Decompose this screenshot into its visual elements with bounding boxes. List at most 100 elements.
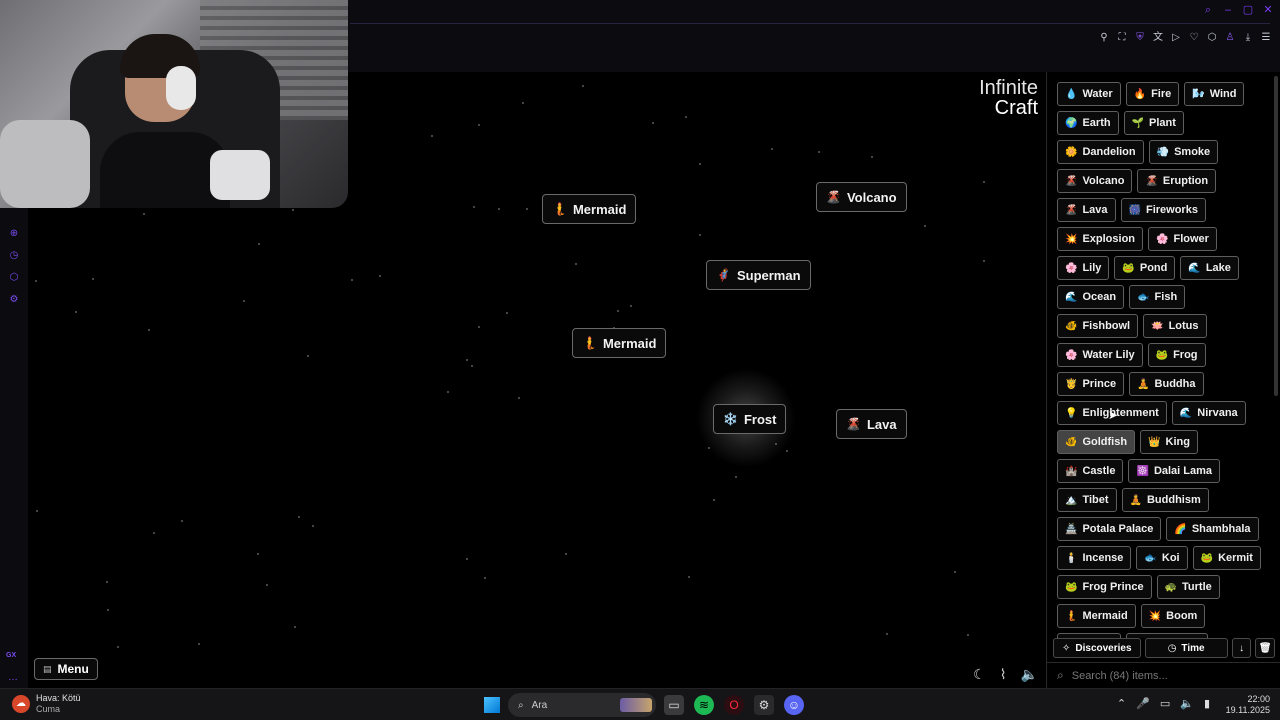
item-koi[interactable]: 🐟 Koi (1136, 546, 1188, 570)
canvas-item[interactable]: 🧜 Mermaid (542, 194, 637, 224)
heart-icon[interactable]: ♡ (1188, 32, 1200, 44)
item-water[interactable]: 💧 Water (1057, 82, 1121, 106)
item-dalai-lama[interactable]: ☸️ Dalai Lama (1128, 459, 1221, 483)
pin-icon[interactable]: ⚲ (1098, 32, 1110, 44)
battery-icon[interactable]: ▮ (1204, 697, 1210, 710)
delete-button[interactable]: 🗑 (1255, 638, 1275, 658)
history-icon[interactable]: ◷ (8, 250, 20, 262)
gx-label[interactable]: GX (6, 652, 16, 659)
items-scrollbar[interactable] (1274, 76, 1278, 396)
item-incense[interactable]: 🕯️ Incense (1057, 546, 1132, 570)
item-buddha[interactable]: 🧘 Buddha (1129, 372, 1204, 396)
item-frog[interactable]: 🐸 Frog (1147, 343, 1206, 367)
discord-icon[interactable]: ☺ (784, 695, 804, 715)
item-smoke[interactable]: 💨 Smoke (1148, 140, 1219, 164)
item-icon: 🌸 (1065, 349, 1078, 361)
item-label: Water Lily (1082, 349, 1135, 361)
item-label: Ocean (1082, 291, 1117, 303)
item-label: Mermaid (1082, 610, 1128, 622)
broom-icon[interactable]: ⌇ (1000, 666, 1007, 683)
item-icon: 🧜 (1065, 610, 1078, 622)
minimize-icon[interactable]: – (1222, 4, 1234, 16)
item-lily[interactable]: 🌸 Lily (1057, 256, 1110, 280)
windows-start-icon[interactable] (484, 697, 500, 713)
canvas-item-label: Superman (736, 267, 801, 283)
item-water-lily[interactable]: 🌸 Water Lily (1057, 343, 1143, 367)
item-plant[interactable]: 🌱 Plant (1123, 111, 1184, 135)
item-ocean[interactable]: 🌊 Ocean (1057, 285, 1125, 309)
item-turtle[interactable]: 🐢 Turtle (1156, 575, 1220, 599)
taskbar-search[interactable]: ⌕ Ara (508, 693, 656, 717)
file-explorer-icon[interactable]: ▭ (664, 695, 684, 715)
weather-widget[interactable]: ☁ Hava: Kötü Cuma (12, 693, 81, 715)
item-dandelion[interactable]: 🌼 Dandelion (1057, 140, 1144, 164)
item-lotus[interactable]: 🪷 Lotus (1143, 314, 1207, 338)
item-prince[interactable]: 🤴 Prince (1057, 372, 1125, 396)
item-potala-palace[interactable]: 🏯 Potala Palace (1057, 517, 1162, 541)
search-highlight-image (620, 698, 652, 712)
steam-icon[interactable]: ⚙ (754, 695, 774, 715)
menu-button[interactable]: ▤ Menu (34, 658, 98, 680)
shield-icon[interactable]: ⛨ (1134, 32, 1146, 44)
sort-direction-button[interactable]: ↓ (1231, 638, 1252, 658)
download-icon[interactable]: ⤓ (1242, 32, 1254, 44)
item-buddhism[interactable]: 🧘 Buddhism (1121, 488, 1209, 512)
dark-mode-icon[interactable]: ☾ (973, 666, 986, 683)
extensions-icon[interactable]: ⬡ (8, 272, 20, 284)
item-frog-prince[interactable]: 🐸 Frog Prince (1057, 575, 1152, 599)
translate-icon[interactable]: 文 (1152, 32, 1164, 44)
item-icon: 💥 (1065, 233, 1078, 245)
microphone-icon[interactable]: 🎤 (1136, 697, 1150, 710)
taskbar-clock[interactable]: 22:00 19.11.2025 (1226, 694, 1270, 716)
item-mermaid[interactable]: 🧜 Mermaid (1057, 604, 1136, 628)
extensions-icon[interactable]: ⬡ (1206, 32, 1218, 44)
item-fishbowl[interactable]: 🐠 Fishbowl (1057, 314, 1139, 338)
sound-icon[interactable]: 🔈 (1021, 666, 1038, 683)
canvas-item[interactable]: 🌋 Volcano (816, 182, 907, 212)
snapshot-icon[interactable]: ⛶ (1116, 32, 1128, 44)
item-label: Frog (1173, 349, 1198, 361)
star (181, 520, 183, 522)
display-icon[interactable]: ▭ (1160, 697, 1170, 710)
more-icon[interactable]: … (8, 672, 18, 683)
item-lava[interactable]: 🌋 Lava (1057, 198, 1116, 222)
add-icon[interactable]: ⊕ (8, 228, 20, 240)
search-icon[interactable]: ⌕ (1202, 4, 1214, 16)
canvas-item[interactable]: 🦸 Superman (706, 260, 811, 290)
item-shambhala[interactable]: 🌈 Shambhala (1166, 517, 1259, 541)
item-goldfish[interactable]: 🐠 Goldfish (1057, 430, 1136, 454)
item-fireworks[interactable]: 🎆 Fireworks (1120, 198, 1206, 222)
close-icon[interactable]: ✕ (1262, 4, 1274, 16)
item-boom[interactable]: 💥 Boom (1140, 604, 1206, 628)
settings-icon[interactable]: ⚙ (8, 294, 20, 306)
canvas-item[interactable]: ❄️ Frost (713, 404, 787, 434)
item-wind[interactable]: 🌬️ Wind (1184, 82, 1245, 106)
item-volcano[interactable]: 🌋 Volcano (1057, 169, 1133, 193)
spotify-icon[interactable]: ≋ (694, 695, 714, 715)
maximize-icon[interactable]: ▢ (1242, 4, 1254, 16)
item-explosion[interactable]: 💥 Explosion (1057, 227, 1144, 251)
item-fire[interactable]: 🔥 Fire (1125, 82, 1180, 106)
canvas-item[interactable]: 🌋 Lava (836, 409, 907, 439)
item-kermit[interactable]: 🐸 Kermit (1192, 546, 1261, 570)
canvas-item[interactable]: 🧜 Mermaid (572, 328, 667, 358)
item-flower[interactable]: 🌸 Flower (1148, 227, 1217, 251)
time-sort-tab[interactable]: ◷ Time (1144, 638, 1228, 658)
item-eruption[interactable]: 🌋 Eruption (1137, 169, 1217, 193)
item-tibet[interactable]: 🏔️ Tibet (1057, 488, 1117, 512)
volume-icon[interactable]: 🔈 (1180, 697, 1194, 710)
item-lake[interactable]: 🌊 Lake (1180, 256, 1239, 280)
profile-icon[interactable]: ♙ (1224, 32, 1236, 44)
item-king[interactable]: 👑 King (1140, 430, 1198, 454)
menu-icon[interactable]: ☰ (1260, 32, 1272, 44)
discoveries-tab[interactable]: ✧ Discoveries (1053, 638, 1141, 658)
chevron-up-icon[interactable]: ⌃ (1117, 697, 1126, 710)
item-nirvana[interactable]: 🌊 Nirvana (1171, 401, 1246, 425)
items-search-input[interactable] (1071, 669, 1262, 682)
item-castle[interactable]: 🏰 Castle (1057, 459, 1124, 483)
play-icon[interactable]: ▷ (1170, 32, 1182, 44)
item-fish[interactable]: 🐟 Fish (1129, 285, 1186, 309)
item-pond[interactable]: 🐸 Pond (1114, 256, 1176, 280)
opera-gx-icon[interactable]: O (724, 695, 744, 715)
item-earth[interactable]: 🌍 Earth (1057, 111, 1119, 135)
